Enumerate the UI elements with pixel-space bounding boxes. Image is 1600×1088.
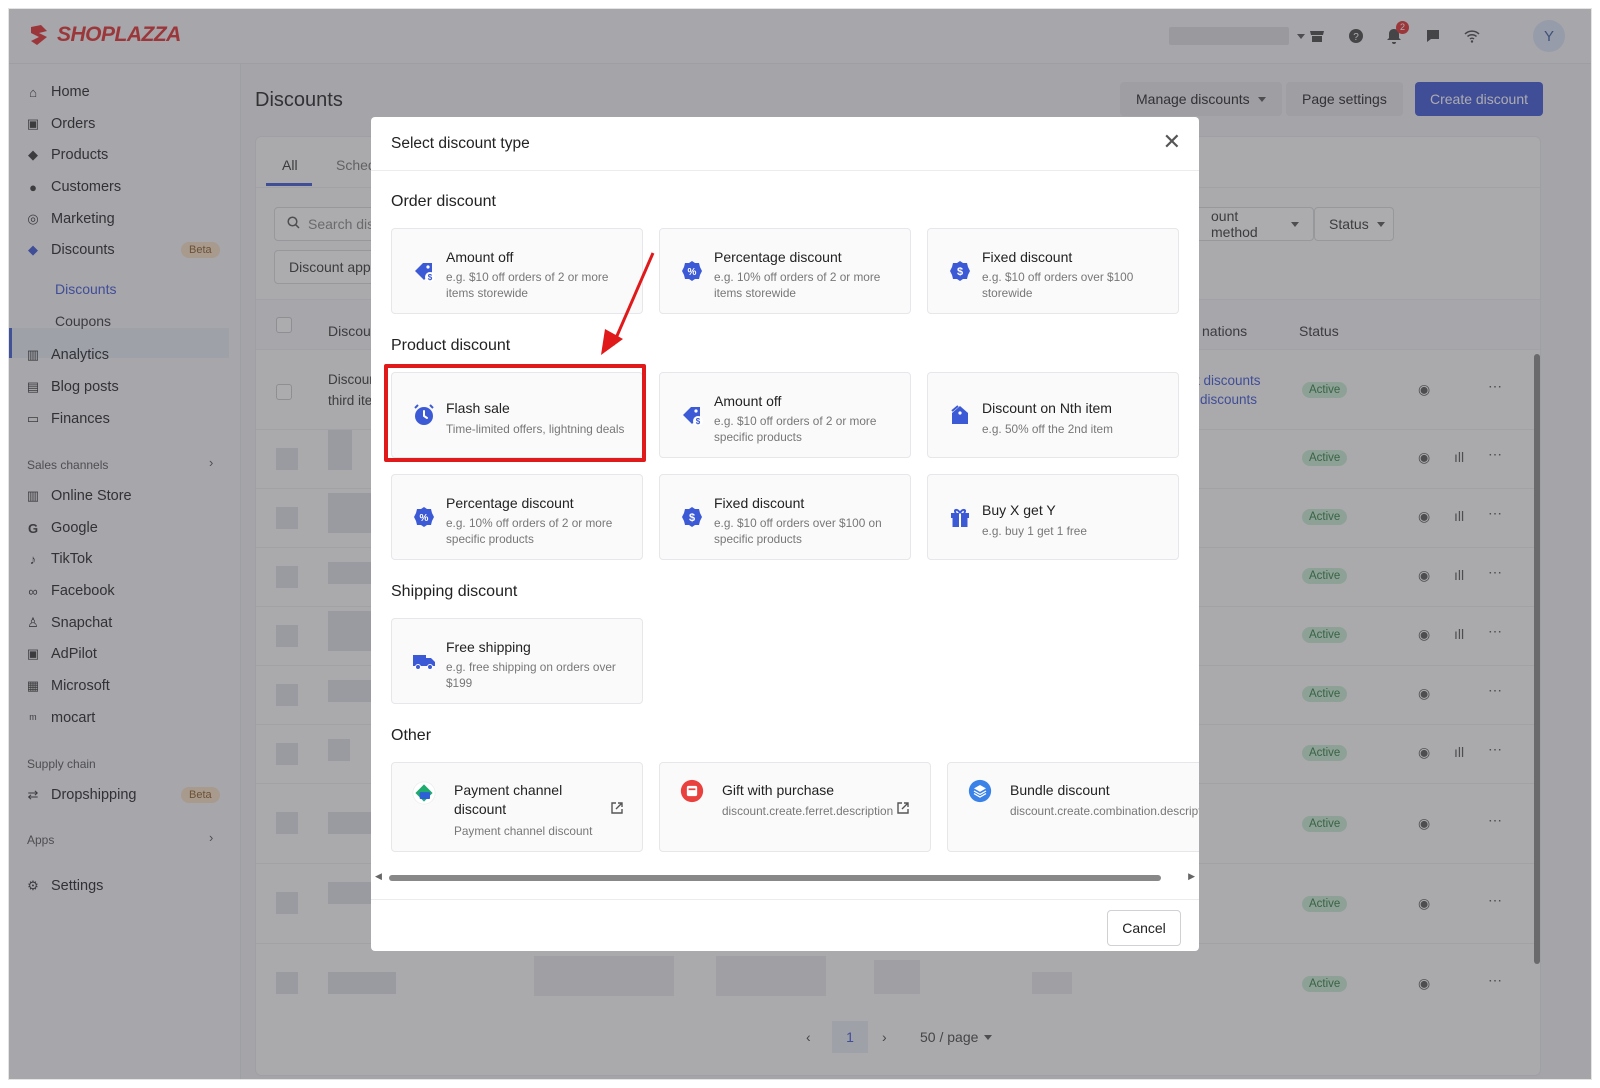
dialog-footer: Cancel xyxy=(371,899,1199,951)
option-title: Percentage discount xyxy=(714,249,842,265)
dollar-badge-icon: $ xyxy=(682,507,702,527)
option-order-fixed[interactable]: $ Fixed discount e.g. $10 off orders ove… xyxy=(927,228,1179,314)
option-title: Fixed discount xyxy=(982,249,1073,265)
select-discount-type-dialog: Select discount type ✕ Order discount $ … xyxy=(371,117,1199,951)
option-description: discount.create.ferret.description xyxy=(722,804,894,818)
option-title: Bundle discount xyxy=(1010,782,1110,798)
option-free-shipping[interactable]: Free shipping e.g. free shipping on orde… xyxy=(391,618,643,704)
product-discount-heading: Product discount xyxy=(391,337,511,354)
option-description: e.g. free shipping on orders over $199 xyxy=(446,660,616,690)
option-title: Gift with purchase xyxy=(722,782,835,798)
option-description: e.g. $10 off orders of 2 or more specifi… xyxy=(714,414,877,444)
external-link-icon[interactable] xyxy=(896,801,910,815)
dialog-title: Select discount type xyxy=(391,135,530,152)
option-product-percentage[interactable]: % Percentage discount e.g. 10% off order… xyxy=(391,474,643,560)
option-bundle-discount[interactable]: Bundle discount discount.create.combinat… xyxy=(947,762,1199,852)
option-title: Amount off xyxy=(714,393,782,409)
flash-sale-highlight-box xyxy=(384,364,646,462)
svg-text:$: $ xyxy=(689,512,695,524)
svg-text:%: % xyxy=(688,267,697,278)
svg-text:$: $ xyxy=(696,417,701,426)
option-title: Percentage discount xyxy=(446,495,574,511)
option-description: e.g. 50% off the 2nd item xyxy=(982,422,1113,436)
bundle-icon xyxy=(968,779,992,803)
svg-text:%: % xyxy=(420,513,429,524)
scrollbar-thumb[interactable] xyxy=(389,875,1161,881)
option-description: discount.create.combination.description xyxy=(1010,804,1199,818)
option-product-fixed[interactable]: $ Fixed discount e.g. $10 off orders ove… xyxy=(659,474,911,560)
order-discount-heading: Order discount xyxy=(391,193,496,210)
option-description: e.g. $10 off orders over $100 storewide xyxy=(982,270,1134,300)
option-title: Fixed discount xyxy=(714,495,805,511)
dialog-header: Select discount type ✕ xyxy=(371,117,1199,171)
nth-item-tag-icon xyxy=(951,405,968,424)
option-title: Payment channel discount xyxy=(454,782,563,817)
option-title: Free shipping xyxy=(446,639,531,655)
price-tag-dollar-icon: $ xyxy=(415,263,435,282)
option-title: Discount on Nth item xyxy=(982,400,1112,416)
gift-purchase-icon xyxy=(680,779,704,803)
other-heading: Other xyxy=(391,727,432,744)
svg-text:$: $ xyxy=(957,266,963,278)
option-description: e.g. buy 1 get 1 free xyxy=(982,524,1087,538)
dollar-badge-icon: $ xyxy=(950,261,970,281)
close-icon[interactable]: ✕ xyxy=(1163,131,1181,153)
option-order-percentage[interactable]: % Percentage discount e.g. 10% off order… xyxy=(659,228,911,314)
option-description: e.g. $10 off orders over $100 on specifi… xyxy=(714,516,882,546)
payment-channel-icon xyxy=(412,781,436,805)
red-arrow-annotation xyxy=(601,252,655,355)
gift-icon xyxy=(951,509,969,527)
option-description: e.g. 10% off orders of 2 or more specifi… xyxy=(446,516,613,546)
cancel-button[interactable]: Cancel xyxy=(1107,910,1181,946)
app-window: SHOPLAZZA ? 2 Y ⌂ Home ▣ Orders ◆ Product xyxy=(8,8,1592,1080)
scroll-right-icon[interactable]: ▶ xyxy=(1188,871,1195,882)
percent-badge-icon: % xyxy=(682,261,702,281)
option-description: Payment channel discount xyxy=(454,824,593,838)
external-link-icon[interactable] xyxy=(610,801,624,815)
price-tag-dollar-icon: $ xyxy=(683,407,703,426)
option-product-amount-off[interactable]: $ Amount off e.g. $10 off orders of 2 or… xyxy=(659,372,911,458)
svg-text:$: $ xyxy=(428,273,433,282)
horizontal-scrollbar[interactable]: ◀ ▶ xyxy=(375,871,1195,885)
option-nth-item[interactable]: Discount on Nth item e.g. 50% off the 2n… xyxy=(927,372,1179,458)
option-title: Buy X get Y xyxy=(982,502,1056,518)
option-buy-x-get-y[interactable]: Buy X get Y e.g. buy 1 get 1 free xyxy=(927,474,1179,560)
option-gift-with-purchase[interactable]: Gift with purchase discount.create.ferre… xyxy=(659,762,931,852)
shipping-discount-heading: Shipping discount xyxy=(391,583,518,600)
scroll-left-icon[interactable]: ◀ xyxy=(375,871,382,882)
option-description: e.g. 10% off orders of 2 or more items s… xyxy=(714,270,881,300)
percent-badge-icon: % xyxy=(414,507,434,527)
truck-icon xyxy=(413,655,435,670)
option-payment-channel[interactable]: Payment channel discount Payment channel… xyxy=(391,762,643,852)
